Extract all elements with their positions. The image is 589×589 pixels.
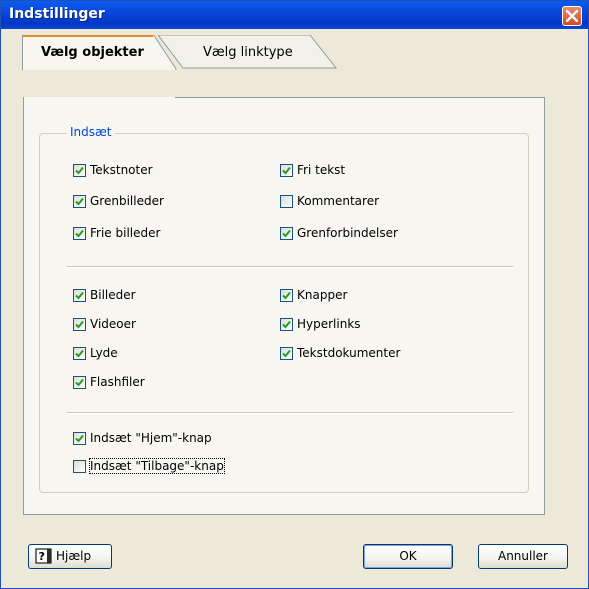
checkmark-icon [75, 378, 84, 387]
checkbox-box[interactable] [73, 347, 86, 360]
checkbox-box[interactable] [280, 347, 293, 360]
checkbox-label: Tekstdokumenter [297, 346, 401, 360]
checkmark-icon [282, 291, 291, 300]
checkmark-icon [75, 229, 84, 238]
close-icon [566, 10, 578, 22]
checkmark-icon [75, 320, 84, 329]
checkbox-box[interactable] [73, 289, 86, 302]
insert-group-label: Indsæt [67, 125, 115, 139]
checkmark-icon [282, 349, 291, 358]
checkbox-box[interactable] [280, 289, 293, 302]
window-title: Indstillinger [9, 6, 105, 22]
checkmark-icon [75, 166, 84, 175]
checkmark-icon [75, 197, 84, 206]
tab-strip: Vælg linktype Vælg objekter [22, 35, 542, 70]
separator [67, 412, 513, 414]
help-button-label: Hjælp [56, 549, 92, 563]
checkbox-box[interactable] [73, 318, 86, 331]
checkmark-icon [282, 166, 291, 175]
checkbox-box[interactable] [280, 195, 293, 208]
checkbox-box[interactable] [73, 195, 86, 208]
checkbox-label: Lyde [90, 346, 118, 360]
help-button[interactable]: ? Hjælp [28, 544, 112, 569]
checkbox-label: Indsæt "Hjem"-knap [90, 431, 212, 445]
ok-button-label: OK [399, 549, 417, 563]
separator [67, 266, 513, 268]
checkbox-label: Billeder [90, 288, 136, 302]
cancel-button[interactable]: Annuller [478, 544, 568, 569]
checkbox-label: Fri tekst [297, 163, 346, 177]
checkbox-box[interactable] [280, 227, 293, 240]
checkbox-label: Knapper [297, 288, 348, 302]
close-button[interactable] [562, 6, 582, 26]
checkbox-box[interactable] [280, 318, 293, 331]
tab-link-type[interactable]: Vælg linktype [158, 35, 338, 69]
checkmark-icon [75, 349, 84, 358]
checkbox-box[interactable] [280, 164, 293, 177]
tab-link-type-label: Vælg linktype [203, 45, 293, 60]
tab-select-objects[interactable]: Vælg objekter [22, 35, 177, 70]
title-bar[interactable]: Indstillinger [1, 1, 588, 29]
checkmark-icon [75, 291, 84, 300]
cancel-button-label: Annuller [497, 549, 548, 563]
checkbox-label: Tekstnoter [90, 163, 153, 177]
checkmark-icon [75, 434, 84, 443]
help-book-icon: ? [35, 548, 52, 564]
checkbox-label: Hyperlinks [297, 317, 361, 331]
checkbox-box[interactable] [73, 227, 86, 240]
checkbox-label: Videoer [90, 317, 136, 331]
checkbox-box[interactable] [73, 432, 86, 445]
checkbox-box[interactable] [73, 460, 86, 473]
tab-select-objects-label: Vælg objekter [41, 45, 144, 60]
ok-button[interactable]: OK [363, 544, 453, 569]
checkbox-label: Grenbilleder [90, 194, 164, 208]
checkbox-box[interactable] [73, 376, 86, 389]
checkmark-icon [282, 320, 291, 329]
checkbox-label: Flashfiler [90, 375, 145, 389]
checkbox-label: Indsæt "Tilbage"-knap [89, 458, 225, 474]
tab-panel-top-border [175, 97, 545, 98]
checkbox-label: Grenforbindelser [297, 226, 398, 240]
checkmark-icon [282, 229, 291, 238]
checkbox-box[interactable] [73, 164, 86, 177]
checkbox-label: Frie billeder [90, 226, 161, 240]
svg-text:?: ? [39, 550, 45, 563]
checkbox-label: Kommentarer [297, 194, 380, 208]
dialog-window: Indstillinger Vælg linktype Vælg objekte… [0, 0, 589, 589]
